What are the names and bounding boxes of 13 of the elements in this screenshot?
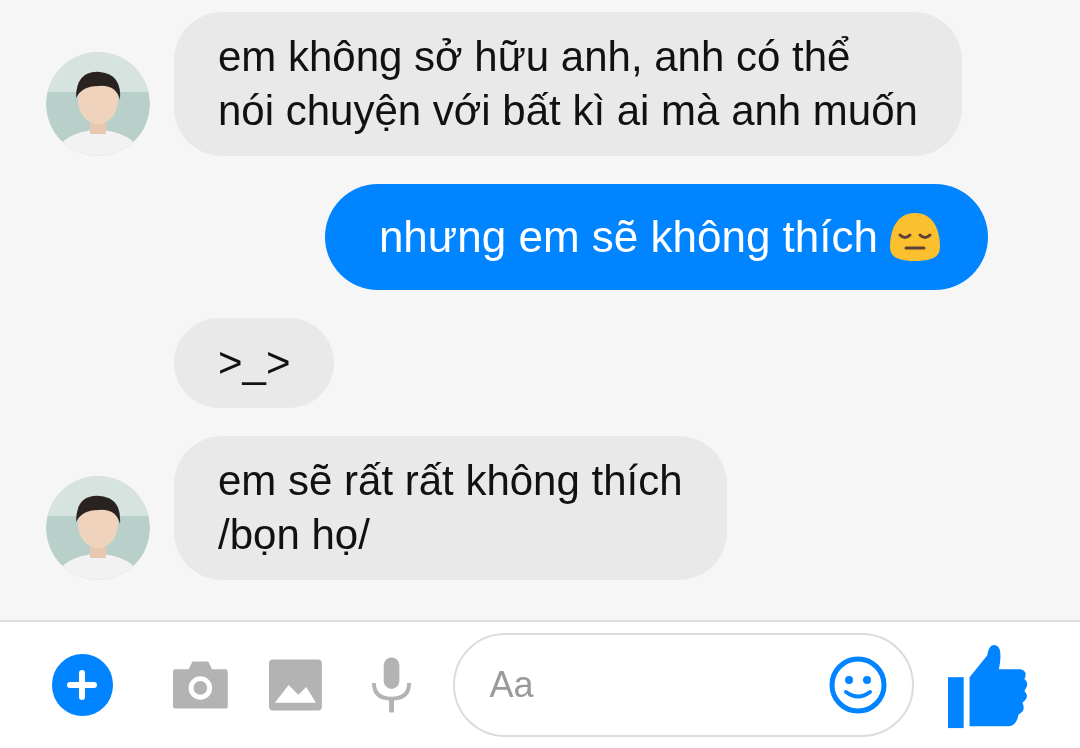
message-text: em sẽ rất rất không thích bbox=[218, 456, 683, 506]
message-text: nhưng em sẽ không thích bbox=[378, 211, 878, 263]
add-button[interactable] bbox=[52, 654, 113, 716]
image-icon[interactable] bbox=[269, 659, 323, 711]
message-field[interactable]: Aa bbox=[453, 633, 914, 737]
message-text: em không sở hữu anh, anh có thể bbox=[218, 32, 852, 82]
message-text: nói chuyện với bất kì ai mà anh muốn bbox=[218, 86, 918, 136]
camera-icon[interactable] bbox=[170, 659, 230, 711]
microphone-icon[interactable] bbox=[370, 657, 414, 713]
message-text: /bọn họ/ bbox=[218, 510, 371, 560]
plus-icon bbox=[67, 670, 98, 700]
message-text: >_> bbox=[218, 338, 291, 388]
smiley-icon[interactable] bbox=[827, 655, 888, 715]
